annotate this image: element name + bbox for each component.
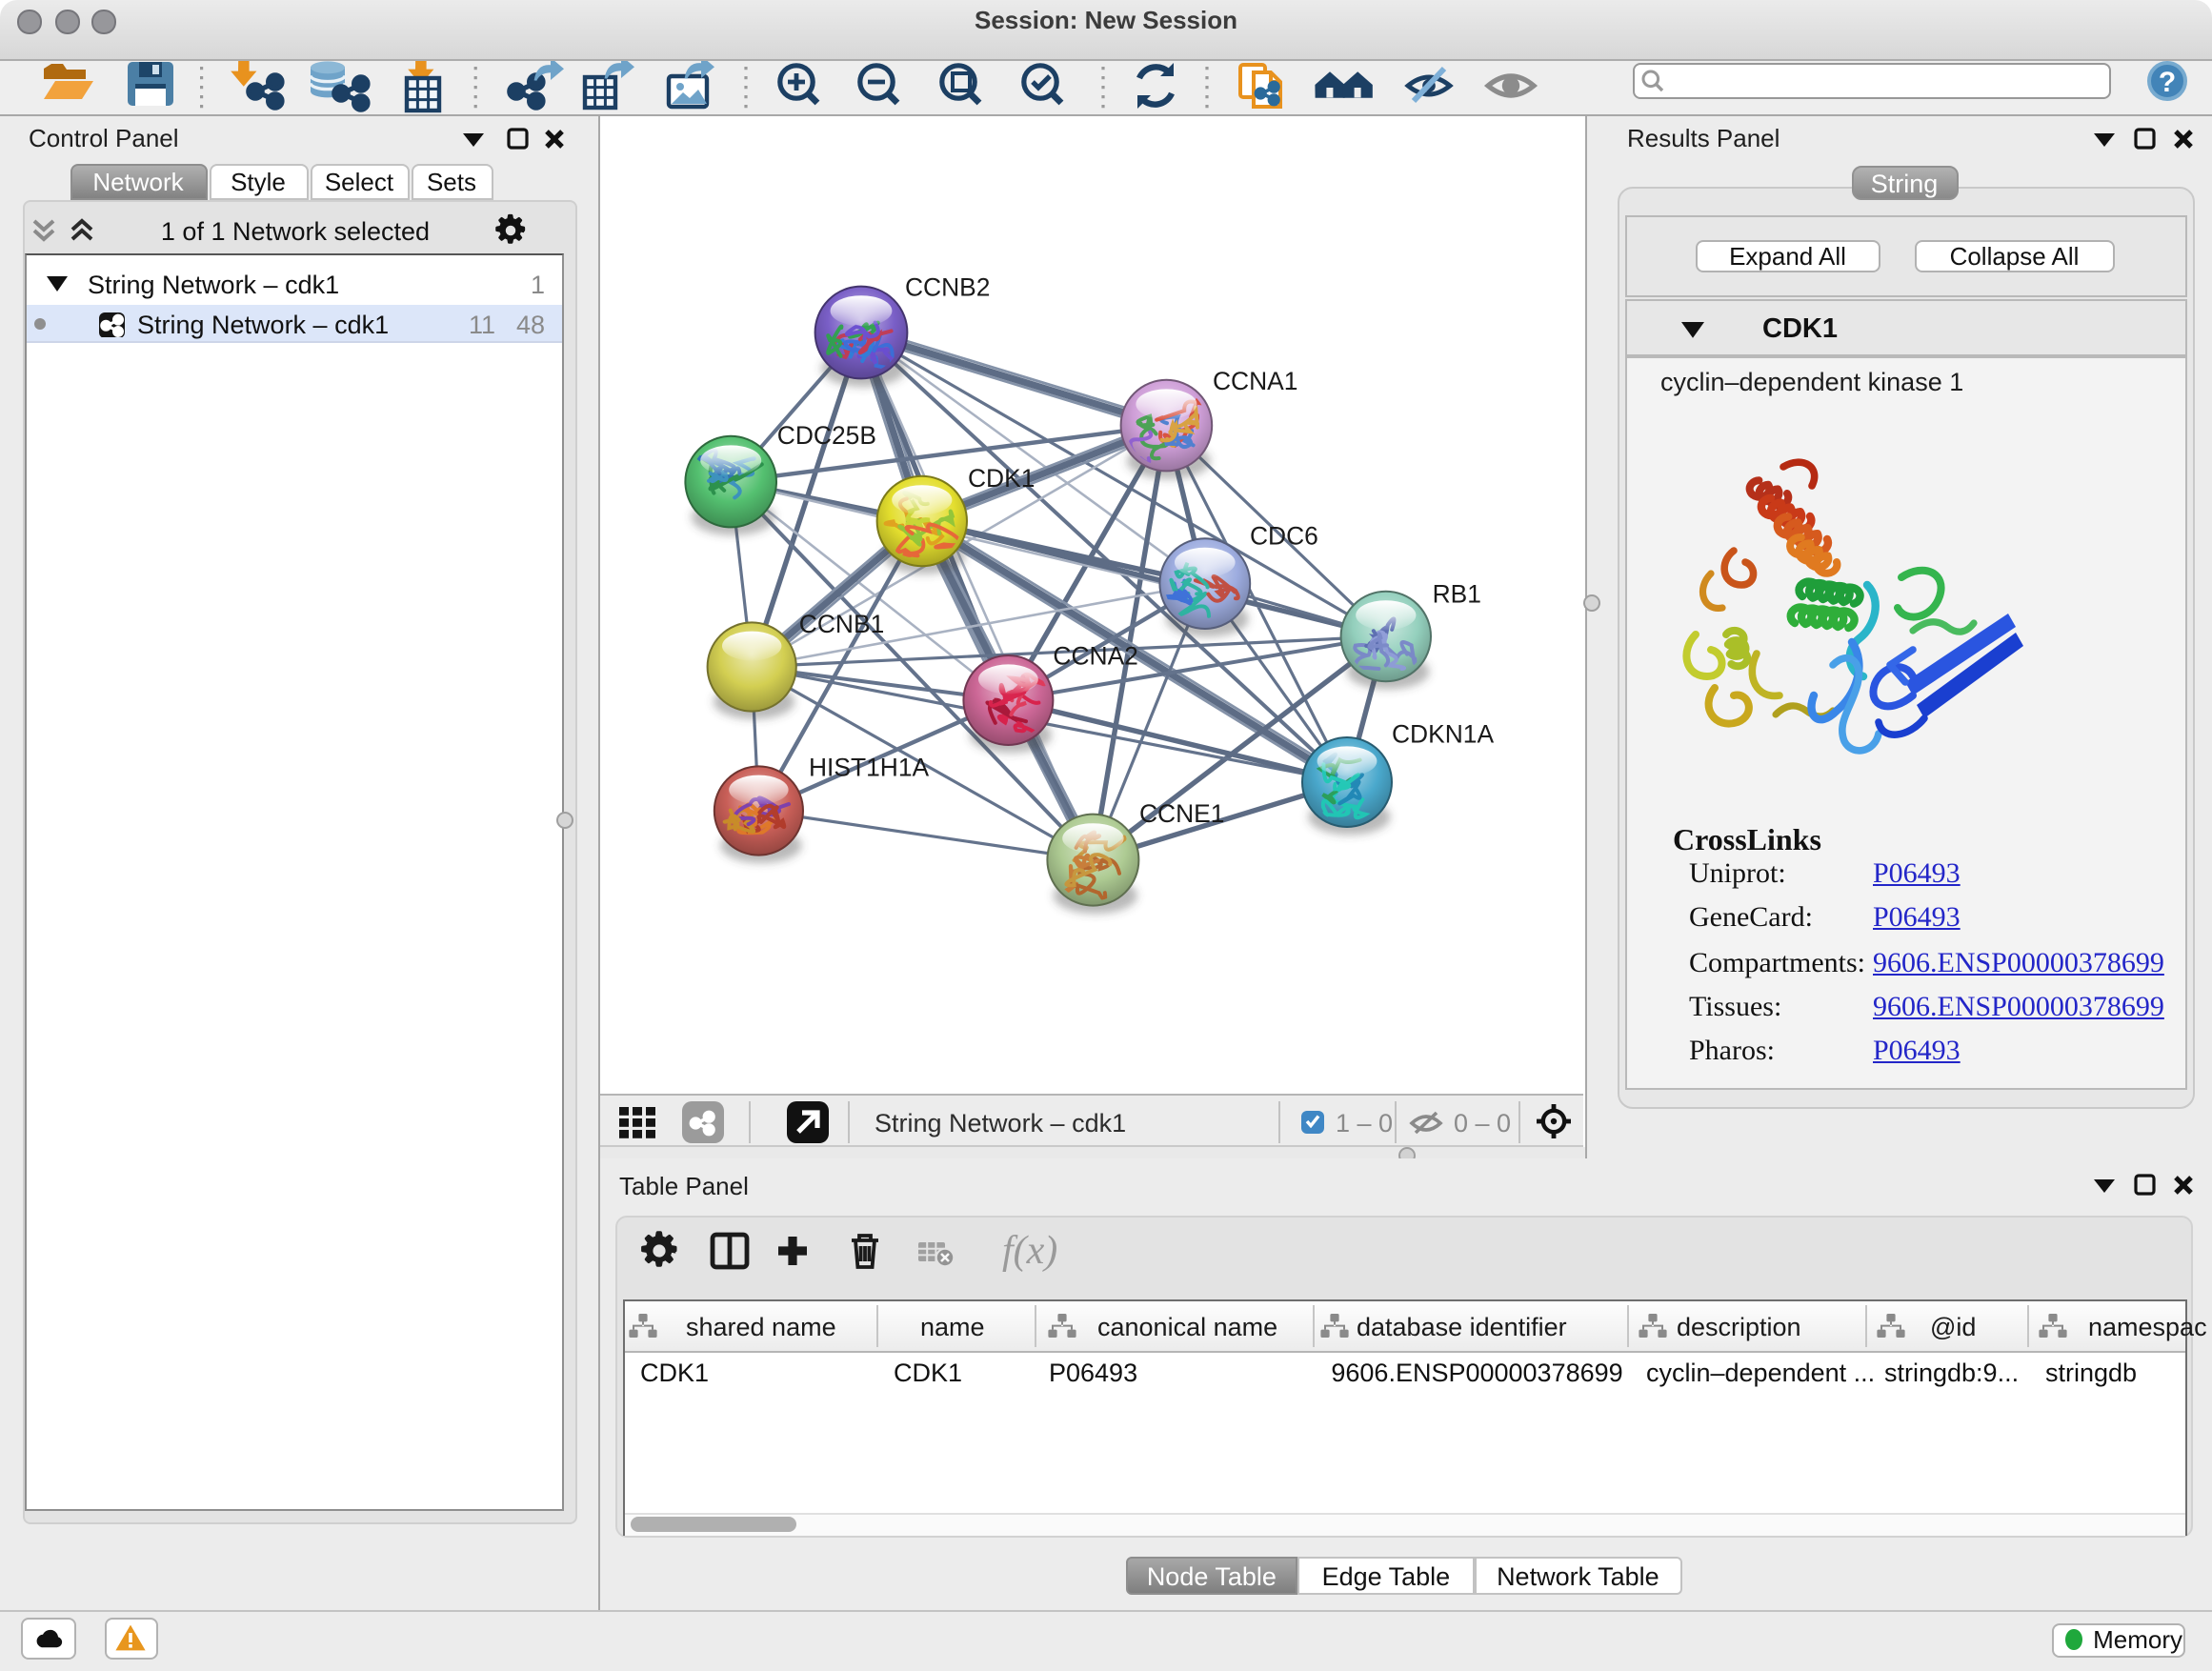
svg-text:CDC6: CDC6 [1250,521,1318,550]
svg-text:CDK1: CDK1 [968,464,1035,493]
svg-text:RB1: RB1 [1433,579,1481,608]
svg-text:CDKN1A: CDKN1A [1392,719,1494,748]
svg-text:HIST1H1A: HIST1H1A [809,753,930,781]
svg-text:CCNA1: CCNA1 [1213,367,1297,395]
svg-text:CDC25B: CDC25B [777,421,876,450]
svg-text:CCNB2: CCNB2 [905,272,990,301]
svg-text:f(x): f(x) [1002,1231,1057,1273]
svg-text:CCNB1: CCNB1 [799,610,884,638]
svg-text:CCNA2: CCNA2 [1053,641,1137,670]
svg-text:CCNE1: CCNE1 [1139,799,1224,828]
